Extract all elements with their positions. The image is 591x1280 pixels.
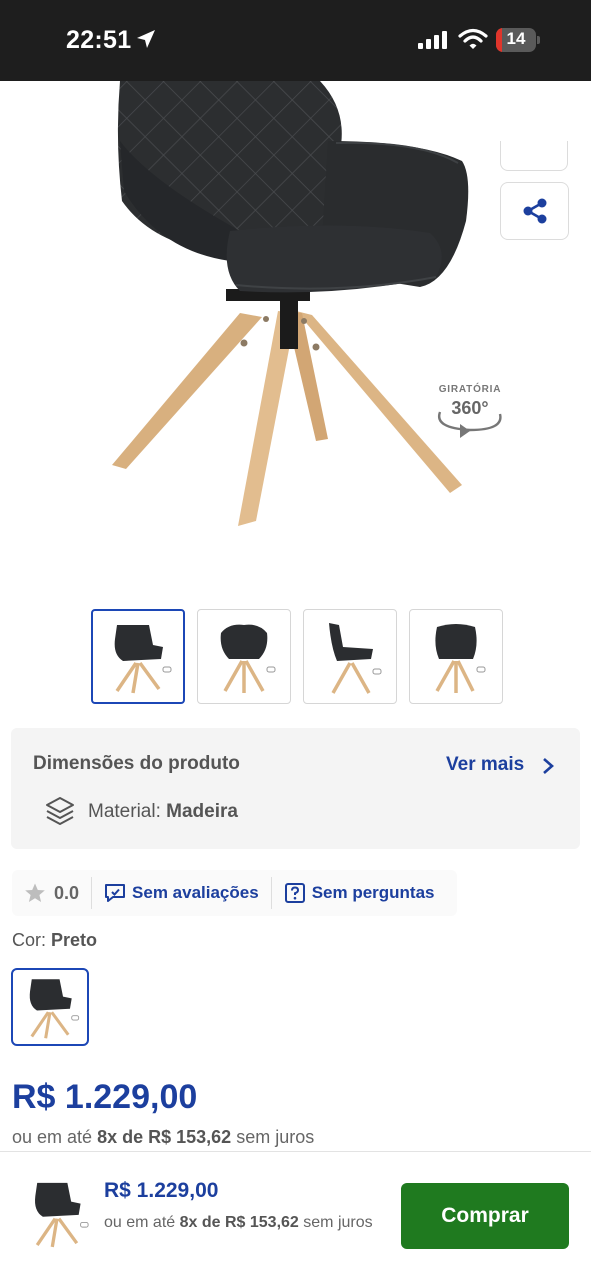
color-label: Cor: (12, 930, 47, 950)
bottom-price: R$ 1.229,00 (104, 1179, 219, 1202)
product-dimensions-card: Dimensões do produto Ver mais Material: … (11, 728, 580, 849)
questions-label: Sem perguntas (311, 883, 435, 902)
question-icon (284, 883, 305, 903)
buy-button[interactable]: Comprar (401, 1183, 569, 1249)
bottom-installments-amount: 8x de R$ 153,62 (179, 1214, 299, 1231)
bottom-product-thumbnail (20, 1174, 94, 1252)
thumbnail-2[interactable] (197, 609, 291, 704)
star-icon (25, 883, 45, 902)
location-arrow-icon (137, 30, 155, 48)
reviews-label: Sem avaliações (132, 883, 259, 902)
rotation-360-badge: GIRATÓRIA 360° (432, 384, 508, 440)
color-selection-label: Cor: Preto (12, 930, 97, 951)
status-bar: 22:51 14 (0, 0, 591, 81)
bottom-installments: ou em até 8x de R$ 153,62 sem juros (104, 1210, 374, 1235)
share-icon (523, 198, 546, 224)
dimensions-title: Dimensões do produto (33, 753, 240, 774)
chair-thumbnail-side (329, 622, 382, 694)
chair-thumbnail-back (435, 623, 486, 693)
share-button[interactable] (500, 182, 569, 240)
chair-swatch-image (29, 979, 80, 1039)
see-more-link[interactable]: Ver mais (446, 754, 524, 776)
wifi-icon (458, 28, 488, 49)
chair-mini-image (35, 1182, 89, 1248)
battery-indicator: 14 (496, 28, 540, 52)
layers-icon (46, 797, 74, 825)
rotate-arrow-icon (437, 411, 502, 438)
color-value: Preto (51, 930, 98, 950)
thumbnail-1[interactable] (91, 609, 185, 704)
color-swatch-preto[interactable] (11, 968, 89, 1046)
product-image-area[interactable]: GIRATÓRIA 360° (0, 81, 591, 591)
rating-bar: 0.0 Sem avaliações Sem perguntas (12, 870, 457, 916)
status-time: 22:51 (66, 26, 132, 54)
product-price: R$ 1.229,00 (12, 1078, 198, 1116)
chevron-right-icon[interactable] (540, 757, 556, 775)
bottom-installments-prefix: ou em até (104, 1214, 176, 1231)
thumbnail-4[interactable] (409, 609, 503, 704)
review-chat-icon (105, 884, 126, 902)
questions-link[interactable]: Sem perguntas (270, 877, 447, 909)
bottom-installments-suffix: sem juros (303, 1214, 373, 1231)
rating-value: 0.0 (54, 882, 80, 903)
material-label: Material: (88, 801, 161, 822)
badge-label: GIRATÓRIA (438, 384, 502, 395)
reviews-link[interactable]: Sem avaliações (91, 877, 271, 909)
installments-prefix: ou em até (12, 1127, 93, 1147)
product-image-chair (112, 81, 469, 526)
installments-suffix: sem juros (236, 1127, 315, 1147)
bottom-purchase-bar: R$ 1.229,00 ou em até 8x de R$ 153,62 se… (0, 1151, 591, 1280)
material-value: Madeira (166, 801, 238, 822)
chair-thumbnail-front (220, 624, 276, 693)
thumbnail-strip (91, 609, 503, 704)
material-info: Material: Madeira (88, 801, 238, 823)
chair-thumbnail-front-angle (114, 624, 172, 693)
favorite-button[interactable] (500, 141, 568, 171)
installments-amount: 8x de R$ 153,62 (97, 1127, 232, 1147)
cellular-signal-icon (418, 30, 447, 49)
thumbnail-3[interactable] (303, 609, 397, 704)
installments-info: ou em até 8x de R$ 153,62 sem juros (12, 1127, 314, 1148)
battery-percent: 14 (506, 29, 526, 48)
rating-score: 0.0 (12, 877, 91, 909)
